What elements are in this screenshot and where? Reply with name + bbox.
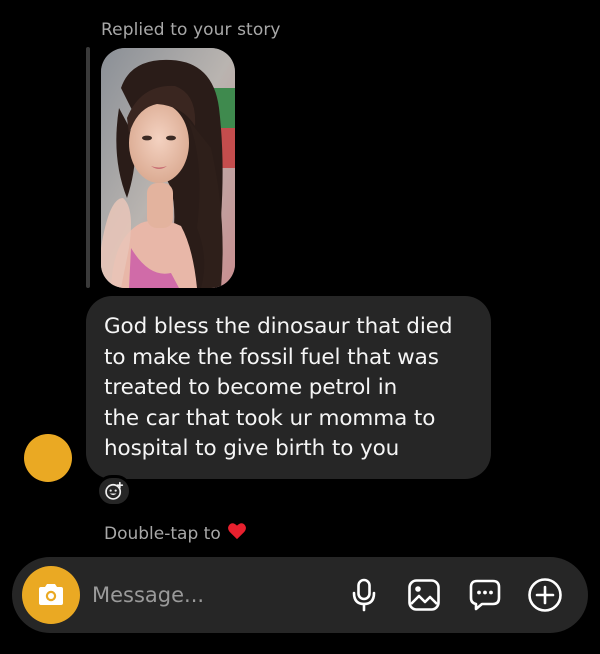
plus-circle-icon: [528, 578, 562, 612]
double-tap-hint: Double-tap to: [104, 522, 247, 545]
message-bubble[interactable]: God bless the dinosaur that died to make…: [86, 296, 491, 479]
story-thumbnail[interactable]: [101, 48, 235, 288]
replied-to-story-label: Replied to your story: [101, 20, 281, 40]
add-reaction-button[interactable]: [96, 475, 132, 507]
chat-bubble-icon: [469, 579, 501, 611]
message-text: God bless the dinosaur that died to make…: [104, 314, 453, 461]
message-input[interactable]: [92, 577, 332, 613]
double-tap-label: Double-tap to: [104, 523, 221, 544]
plus-button[interactable]: [526, 576, 564, 614]
microphone-icon: [352, 578, 376, 612]
gallery-button[interactable]: [405, 576, 443, 614]
message-composer: [12, 557, 588, 633]
story-photo: [101, 48, 235, 288]
microphone-button[interactable]: [345, 576, 383, 614]
gallery-icon: [408, 579, 440, 611]
camera-icon: [39, 584, 63, 605]
camera-button[interactable]: [22, 566, 80, 624]
sticker-button[interactable]: [466, 576, 504, 614]
reply-indicator-bar: [86, 47, 90, 288]
sender-avatar[interactable]: [24, 434, 72, 482]
add-reaction-icon: [105, 481, 124, 500]
heart-icon: [227, 522, 247, 545]
